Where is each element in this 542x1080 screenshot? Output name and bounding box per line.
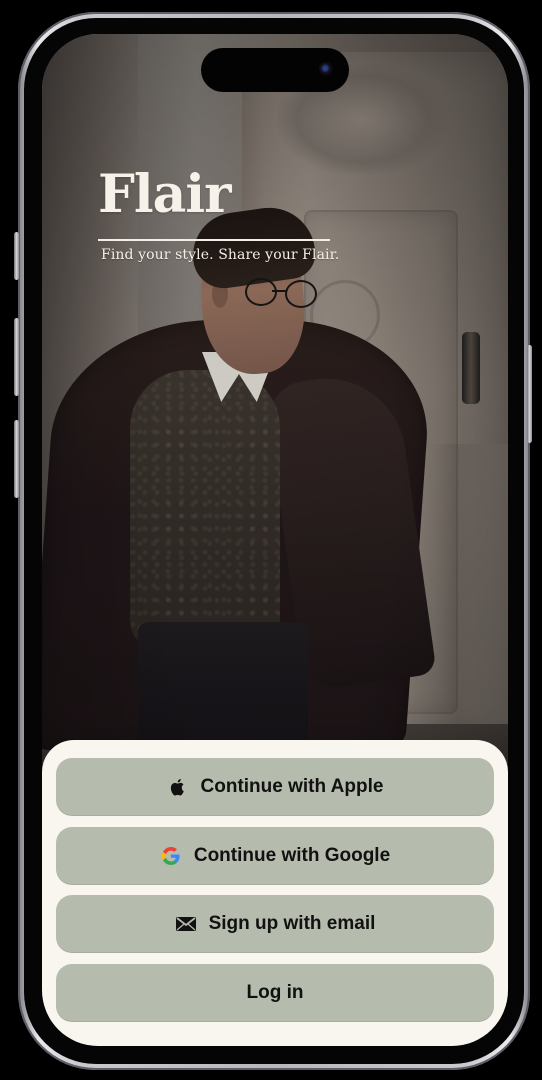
app-title: Flair: [98, 164, 232, 225]
continue-with-google-label: Continue with Google: [193, 845, 391, 866]
continue-with-apple-label: Continue with Apple: [200, 776, 384, 797]
power-button: [527, 345, 532, 443]
sign-up-with-email-label: Sign up with email: [208, 913, 376, 934]
google-icon: [160, 845, 182, 867]
app-screen: Flair Find your style. Share your Flair.…: [42, 34, 508, 1046]
title-divider: [98, 239, 330, 241]
apple-icon: [167, 776, 189, 798]
volume-up-button: [14, 318, 19, 396]
app-tagline: Find your style. Share your Flair.: [101, 247, 340, 263]
dynamic-island: [201, 48, 349, 92]
continue-with-google-button[interactable]: Continue with Google: [56, 827, 494, 885]
log-in-button[interactable]: Log in: [56, 964, 494, 1022]
sign-up-with-email-button[interactable]: Sign up with email: [56, 895, 494, 953]
action-button: [14, 232, 19, 280]
mail-icon: [175, 913, 197, 935]
front-camera-icon: [319, 62, 333, 76]
volume-down-button: [14, 420, 19, 498]
continue-with-apple-button[interactable]: Continue with Apple: [56, 758, 494, 816]
log-in-label: Log in: [246, 982, 304, 1003]
auth-sheet: Continue with Apple Continue with Google: [42, 740, 508, 1046]
